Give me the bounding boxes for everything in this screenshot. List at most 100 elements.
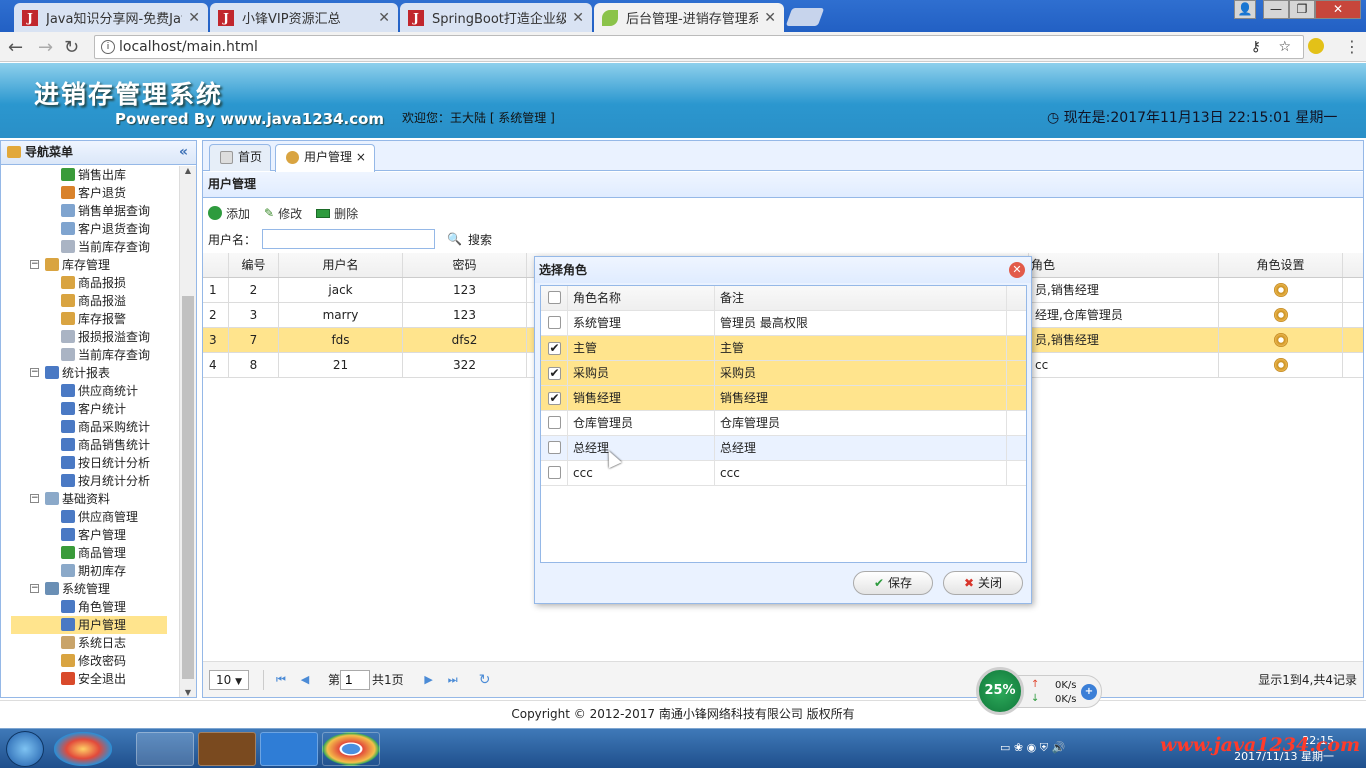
sidebar-item[interactable]: 报损报溢查询 [1, 328, 178, 346]
browser-tab-2[interactable]: J 小锋VIP资源汇总 ✕ [210, 3, 398, 32]
user-icon[interactable]: 👤 [1234, 0, 1256, 19]
tab-home[interactable]: 首页 [209, 144, 272, 171]
tab-close-icon[interactable]: × [356, 150, 366, 164]
browser-tab-4[interactable]: 后台管理-进销存管理系统 ✕ [594, 3, 784, 32]
username-input[interactable] [262, 229, 436, 249]
add-button[interactable]: 添加 [208, 203, 250, 223]
sidebar-item[interactable]: 客户退货 [1, 184, 178, 202]
close-icon[interactable]: ✕ [188, 10, 200, 26]
sidebar-item[interactable]: 客户退货查询 [1, 220, 178, 238]
forward-icon[interactable]: → [38, 37, 53, 58]
scroll-down-icon[interactable]: ▼ [180, 688, 196, 697]
sidebar-item[interactable]: − 系统管理 [1, 580, 178, 598]
sidebar-item[interactable]: 商品管理 [1, 544, 178, 562]
key-icon[interactable]: ⚷ [1251, 36, 1261, 58]
sidebar-item[interactable]: 当前库存查询 [1, 346, 178, 364]
gear-icon[interactable] [1273, 283, 1288, 297]
next-page-icon[interactable]: ▶ [422, 673, 436, 686]
star-icon[interactable]: ☆ [1278, 36, 1291, 58]
scrollbar[interactable]: ▲ ▼ [179, 166, 196, 697]
sidebar-item[interactable]: 按月统计分析 [1, 472, 178, 490]
close-icon[interactable]: ✕ [764, 10, 776, 26]
sidebar-item[interactable]: 期初库存 [1, 562, 178, 580]
sidebar-item[interactable]: 按日统计分析 [1, 454, 178, 472]
chrome-icon[interactable] [322, 732, 380, 766]
dialog-close-icon[interactable]: ✕ [1009, 262, 1025, 278]
javaee-ide-icon[interactable] [198, 732, 256, 766]
search-button[interactable]: 搜索 [468, 231, 492, 248]
role-row[interactable]: ✔ 销售经理 销售经理 [541, 386, 1026, 411]
sidebar-item[interactable]: − 库存管理 [1, 256, 178, 274]
url-field[interactable]: i localhost/main.html ⚷ ☆ [94, 35, 1304, 59]
close-button[interactable]: ✖ 关闭 [943, 571, 1023, 595]
app-icon[interactable] [54, 732, 112, 766]
sidebar-item[interactable]: 当前库存查询 [1, 238, 178, 256]
sidebar-item[interactable]: 供应商统计 [1, 382, 178, 400]
first-page-icon[interactable]: ⏮ [274, 673, 288, 687]
close-icon[interactable]: ✕ [378, 10, 390, 26]
refresh-icon[interactable]: ↻ [478, 672, 492, 688]
delete-button[interactable]: 删除 [316, 203, 358, 223]
close-icon[interactable]: ✕ [572, 10, 584, 26]
plus-icon[interactable]: + [1081, 684, 1097, 700]
sidebar-item[interactable]: 客户统计 [1, 400, 178, 418]
collapse-toggle-icon[interactable]: − [30, 368, 39, 377]
sidebar-item[interactable]: 库存报警 [1, 310, 178, 328]
page-size-select[interactable]: 10 ▼ [209, 669, 249, 690]
sidebar-item[interactable]: 系统日志 [1, 634, 178, 652]
role-checkbox[interactable] [548, 441, 561, 454]
prev-page-icon[interactable]: ◀ [298, 673, 312, 686]
gear-icon[interactable] [1273, 333, 1288, 347]
role-checkbox[interactable]: ✔ [548, 342, 561, 355]
system-tray[interactable]: ▭ ❀ ◉ ⛨ 🔊 [1000, 741, 1150, 757]
header-id[interactable]: 编号 [229, 253, 279, 277]
extension-icon[interactable] [1308, 38, 1324, 54]
browser-tab-1[interactable]: J Java知识分享网-免费Java ✕ [14, 3, 208, 32]
new-tab-button[interactable] [785, 8, 825, 26]
scroll-up-icon[interactable]: ▲ [180, 166, 196, 175]
sidebar-item[interactable]: 修改密码 [1, 652, 178, 670]
tab-user-management[interactable]: 用户管理 × [275, 144, 375, 172]
sidebar-item[interactable]: 商品采购统计 [1, 418, 178, 436]
page-number-input[interactable] [340, 669, 371, 690]
sidebar-item[interactable]: 商品报损 [1, 274, 178, 292]
sidebar-item[interactable]: 商品销售统计 [1, 436, 178, 454]
role-checkbox[interactable]: ✔ [548, 392, 561, 405]
speed-widget[interactable]: ↑ ↓ 0K/s 0K/s + 25% [976, 667, 1103, 715]
sidebar-item[interactable]: 客户管理 [1, 526, 178, 544]
gear-icon[interactable] [1273, 358, 1288, 372]
select-all-checkbox[interactable] [548, 291, 561, 304]
maximize-button[interactable]: ❐ [1289, 0, 1315, 19]
edit-button[interactable]: ✎ 修改 [264, 203, 302, 223]
collapse-toggle-icon[interactable]: − [30, 260, 39, 269]
minimize-button[interactable]: — [1263, 0, 1289, 19]
sidebar-item[interactable]: 销售单据查询 [1, 202, 178, 220]
header-roles[interactable]: 角色 [1029, 253, 1219, 277]
browser-tab-3[interactable]: J SpringBoot打造企业级进 ✕ [400, 3, 592, 32]
role-row[interactable]: ✔ 采购员 采购员 [541, 361, 1026, 386]
header-role-name[interactable]: 角色名称 [568, 286, 715, 310]
role-checkbox[interactable] [548, 466, 561, 479]
reload-icon[interactable]: ↻ [64, 37, 79, 58]
collapse-icon[interactable]: « [179, 141, 188, 164]
header-note[interactable]: 备注 [715, 286, 1007, 310]
role-row[interactable]: ✔ 主管 主管 [541, 336, 1026, 361]
role-row[interactable]: 仓库管理员 仓库管理员 [541, 411, 1026, 436]
sidebar-item[interactable]: 供应商管理 [1, 508, 178, 526]
save-button[interactable]: ✔ 保存 [853, 571, 933, 595]
gear-icon[interactable] [1273, 308, 1288, 322]
sidebar-item[interactable]: 商品报溢 [1, 292, 178, 310]
header-username[interactable]: 用户名 [279, 253, 403, 277]
windows-start-icon[interactable] [6, 731, 44, 767]
role-checkbox[interactable] [548, 316, 561, 329]
role-checkbox[interactable] [548, 416, 561, 429]
sidebar-item[interactable]: 角色管理 [1, 598, 178, 616]
sidebar-item[interactable]: − 统计报表 [1, 364, 178, 382]
sidebar-item[interactable]: 用户管理 [11, 616, 167, 634]
dolphin-icon[interactable] [136, 732, 194, 766]
sidebar-item[interactable]: − 基础资料 [1, 490, 178, 508]
collapse-toggle-icon[interactable]: − [30, 494, 39, 503]
role-row[interactable]: 系统管理 管理员 最高权限 [541, 311, 1026, 336]
collapse-toggle-icon[interactable]: − [30, 584, 39, 593]
header-password[interactable]: 密码 [403, 253, 527, 277]
